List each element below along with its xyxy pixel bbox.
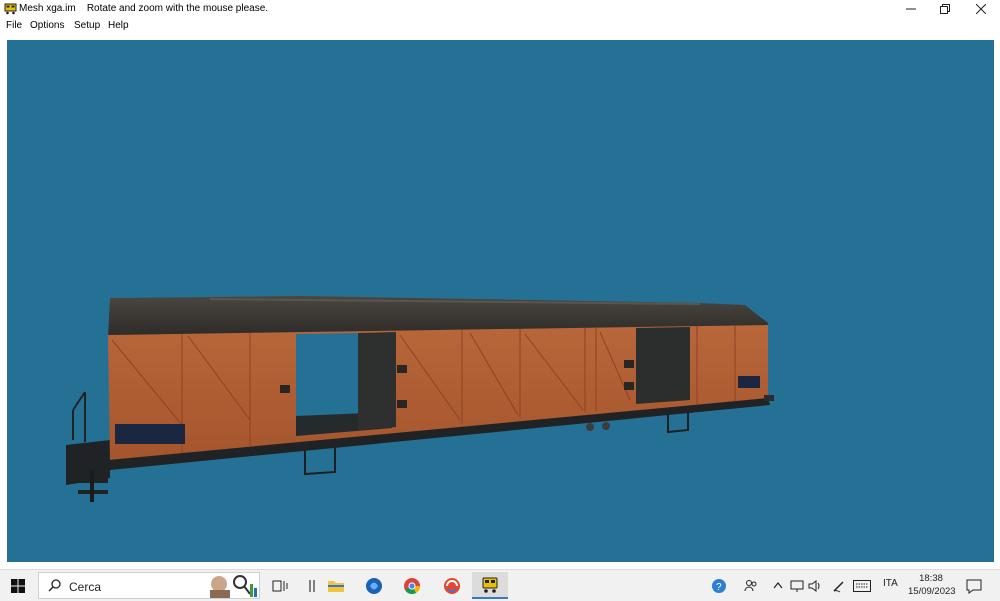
window-left <box>115 424 185 444</box>
network-icon[interactable] <box>790 579 804 593</box>
search-box[interactable]: Cerca <box>38 572 260 599</box>
menu-setup[interactable]: Setup <box>74 20 100 31</box>
app-blue-icon <box>366 577 382 594</box>
language-indicator[interactable]: ITA <box>883 578 898 589</box>
svg-text:?: ? <box>716 582 722 593</box>
search-highlight-icon <box>210 575 257 598</box>
search-icon <box>48 579 61 592</box>
search-placeholder: Cerca <box>69 580 102 594</box>
folder-icon <box>328 581 344 592</box>
menu-bar: File Options Setup Help <box>0 18 1000 34</box>
task-view-button[interactable] <box>264 572 296 599</box>
3d-viewport[interactable]: 20 80 2 7 9 8 0 8 1 1 <box>7 40 994 562</box>
app-icon <box>4 3 17 15</box>
mesh-viewer-icon <box>482 577 498 593</box>
task-view-icon <box>272 580 288 591</box>
clock-date: 15/09/2023 <box>908 586 956 597</box>
title-bar[interactable]: Mesh xga.im Rotate and zoom with the mou… <box>0 0 1000 18</box>
menu-file[interactable]: File <box>6 20 22 31</box>
door-interior-left <box>358 332 396 430</box>
close-icon <box>976 4 986 14</box>
clock-time: 18:38 <box>919 573 943 584</box>
minimize-icon <box>906 8 916 10</box>
help-icon[interactable]: ? <box>711 578 727 594</box>
taskbar-app-mesh-viewer[interactable] <box>472 572 508 599</box>
taskbar-app-blue[interactable] <box>358 572 390 599</box>
people-icon[interactable] <box>744 579 758 593</box>
app-red-icon <box>444 577 460 594</box>
door-opening-right <box>636 327 690 404</box>
start-button[interactable] <box>0 570 36 601</box>
restore-icon <box>940 4 950 14</box>
restore-button[interactable] <box>928 0 962 18</box>
pen-icon[interactable] <box>832 579 846 593</box>
window-title: Mesh xga.im Rotate and zoom with the mou… <box>19 3 269 14</box>
windows-icon <box>11 578 25 593</box>
taskbar-app-file-explorer[interactable] <box>320 572 352 599</box>
menu-help[interactable]: Help <box>108 20 129 31</box>
close-button[interactable] <box>964 0 998 18</box>
taskbar: Cerca ? ITA 18:38 15/09/2023 <box>0 569 1000 601</box>
clock[interactable]: 18:38 15/09/2023 <box>908 572 956 598</box>
window-right <box>738 376 760 388</box>
door-opening-left <box>296 333 358 420</box>
boxcar-model: 20 80 2 7 9 8 0 8 1 1 <box>66 296 774 502</box>
end-platform <box>66 391 110 502</box>
minimize-button[interactable] <box>894 0 928 18</box>
chevron-up-icon[interactable] <box>773 581 783 589</box>
volume-icon[interactable] <box>808 579 822 593</box>
keyboard-icon[interactable] <box>853 580 871 592</box>
taskbar-app-chrome[interactable] <box>396 572 428 599</box>
taskbar-app-red[interactable] <box>436 572 468 599</box>
chrome-icon <box>404 577 420 594</box>
menu-options[interactable]: Options <box>30 20 64 31</box>
notes-icon <box>309 579 315 592</box>
notifications-icon[interactable] <box>966 578 982 594</box>
